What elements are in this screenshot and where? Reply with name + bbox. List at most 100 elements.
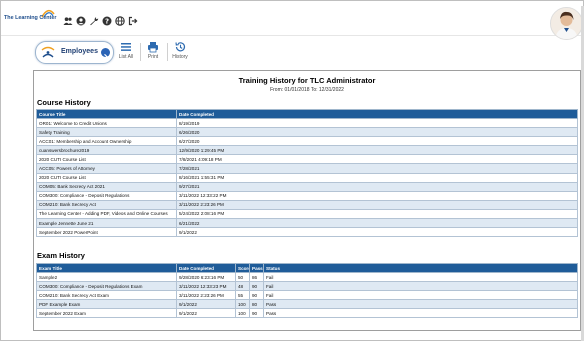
table-row: cuanswersbrochure2019 12/9/2020 1:29:45 P… [36, 145, 578, 156]
table-cell: 3/11/2022 12:33:22 PM [176, 190, 578, 201]
history-button[interactable]: History [167, 41, 193, 60]
table-cell: 6/26/2020 [176, 127, 578, 138]
table-cell: 3/11/2022 2:23:26 PM [176, 290, 236, 301]
table-cell: 9/27/2021 [176, 181, 578, 192]
table-cell: ACC05: Powers of Attorney [36, 163, 177, 174]
column-header: Date Completed [176, 109, 578, 119]
column-header: Date Completed [176, 263, 236, 273]
table-row: COM300: Compliance - Deposit Regulations… [36, 281, 578, 292]
table-cell: The Learning Center - Adding PDF, Videos… [36, 208, 177, 220]
print-button[interactable]: Print [140, 41, 166, 60]
list-icon [121, 43, 131, 51]
print-label: Print [147, 54, 159, 60]
table-cell: 8/16/2021 1:55:31 PM [176, 172, 578, 183]
column-header: Pass % [249, 263, 264, 273]
table-cell: 3/11/2022 2:23:26 PM [176, 199, 578, 210]
table-cell: 7/28/2021 [176, 163, 578, 174]
course-history-title: Course History [37, 98, 91, 107]
column-header: Course Title [36, 109, 177, 119]
exam-history-title: Exam History [37, 251, 85, 260]
table-cell: Example Jennette June 21 [36, 218, 177, 229]
svg-text:?: ? [105, 18, 109, 26]
employees-label: Employees [61, 48, 98, 55]
table-cell: Pass [263, 308, 578, 319]
table-cell: 5/24/2022 2:08:16 PM [176, 208, 578, 220]
app-logo[interactable]: The Learning Center [4, 6, 60, 28]
table-cell: COM210: Bank Secrecy Act Exam [36, 290, 177, 301]
table-cell: 2020 CUTI Course List [36, 154, 177, 165]
table-row: 2020 CUTI Course List 8/16/2021 1:55:31 P… [36, 172, 578, 183]
table-cell: 9/1/2022 [176, 227, 578, 238]
table-cell: Fail [263, 290, 578, 301]
app-window: The Learning Center ? Employees List All… [0, 0, 584, 341]
chevron-right-icon[interactable] [101, 48, 110, 60]
table-cell: 9/1/2022 [176, 308, 236, 319]
table-cell: 86 [249, 271, 264, 283]
print-icon [148, 42, 158, 53]
table-cell: September 2022 Exam [36, 308, 177, 319]
column-header: Exam Title [36, 263, 177, 273]
table-row: COM300: Compliance - Deposit Regulations… [36, 190, 578, 201]
users-icon[interactable] [63, 13, 73, 25]
table-cell: Pass [263, 299, 578, 310]
logo-text: The Learning Center [4, 15, 57, 21]
table-cell: 8/19/2019 [176, 117, 578, 129]
history-icon [175, 42, 186, 52]
table-row: PDF Example Exam 9/1/2022 100 80 Pass [36, 299, 578, 310]
table-cell: COM300: Compliance - Deposit Regulations [36, 190, 177, 201]
top-icon-group: ? [63, 13, 138, 26]
table-row: 2020 CUTI Course List 7/8/2021 4:09:18 PM [36, 154, 578, 165]
table-cell: September 2022 PowerPoint [36, 227, 177, 238]
table-cell: 7/8/2021 4:09:18 PM [176, 154, 578, 165]
table-row: OR01: Welcome to Credit Unions 8/19/2019 [36, 117, 578, 129]
table-row: ACC01: Membership and Account Ownership 6… [36, 136, 578, 147]
table-header-row: Exam Title Date Completed Score Pass % S… [36, 263, 578, 273]
logout-icon[interactable] [128, 13, 138, 26]
training-history-report: Training History for TLC Administrator F… [33, 70, 581, 331]
list-all-label: List All [118, 54, 134, 60]
table-cell: OR01: Welcome to Credit Unions [36, 117, 177, 129]
globe-icon[interactable] [115, 13, 125, 26]
table-cell: 90 [249, 308, 264, 319]
table-cell: COM210: Bank Secrecy Act [36, 199, 177, 210]
account-icon[interactable] [76, 13, 86, 26]
column-header: Score [235, 263, 250, 273]
report-title: Training History for TLC Administrator [238, 76, 376, 85]
table-cell: 50 [235, 271, 250, 283]
table-row: COM210: Bank Secrecy Act Exam 3/11/2022 2… [36, 290, 578, 301]
table-cell: 12/9/2020 1:29:45 PM [176, 145, 578, 156]
table-row: The Learning Center - Adding PDF, Videos… [36, 208, 578, 220]
table-row: Sample2 9/28/2020 6:23:16 PM 50 86 Fail [36, 271, 578, 283]
table-cell: Fail [263, 271, 578, 283]
table-cell: Safety Training [36, 127, 177, 138]
history-label: History [172, 54, 188, 60]
toolbar: Employees List All Print History [31, 37, 195, 66]
help-icon[interactable]: ? [102, 13, 112, 26]
course-history-table: Course Title Date Completed OR01: Welcom… [36, 109, 578, 238]
list-all-button[interactable]: List All [113, 41, 139, 60]
table-header-row: Course Title Date Completed [36, 109, 578, 119]
table-row: Safety Training 6/26/2020 [36, 127, 578, 138]
table-cell: COM05: Bank Secrecy Act 2021 [36, 181, 177, 192]
table-cell: 9/1/2022 [176, 299, 236, 310]
employees-button[interactable]: Employees [35, 41, 114, 64]
table-cell: 9/28/2020 6:23:16 PM [176, 271, 236, 283]
table-cell: 55 [235, 290, 250, 301]
table-cell: 6/21/2022 [176, 218, 578, 229]
table-row: COM210: Bank Secrecy Act 3/11/2022 2:23:2… [36, 199, 578, 210]
table-cell: 6/27/2020 [176, 136, 578, 147]
table-row: September 2022 Exam 9/1/2022 100 90 Pass [36, 308, 578, 319]
table-cell: 2020 CUTI Course List [36, 172, 177, 183]
table-cell: Sample2 [36, 271, 177, 283]
table-row: COM05: Bank Secrecy Act 2021 9/27/2021 [36, 181, 578, 192]
wrench-icon[interactable] [89, 13, 99, 26]
top-bar: The Learning Center ? [1, 1, 583, 40]
column-header: Status [263, 263, 578, 273]
user-avatar[interactable] [550, 7, 583, 40]
table-cell: 100 [235, 308, 250, 319]
table-cell: 48 [235, 281, 250, 292]
table-cell: 3/11/2022 12:33:23 PM [176, 281, 236, 292]
table-cell: Fail [263, 281, 578, 292]
table-cell: 100 [235, 299, 250, 310]
table-row: Example Jennette June 21 6/21/2022 [36, 218, 578, 229]
